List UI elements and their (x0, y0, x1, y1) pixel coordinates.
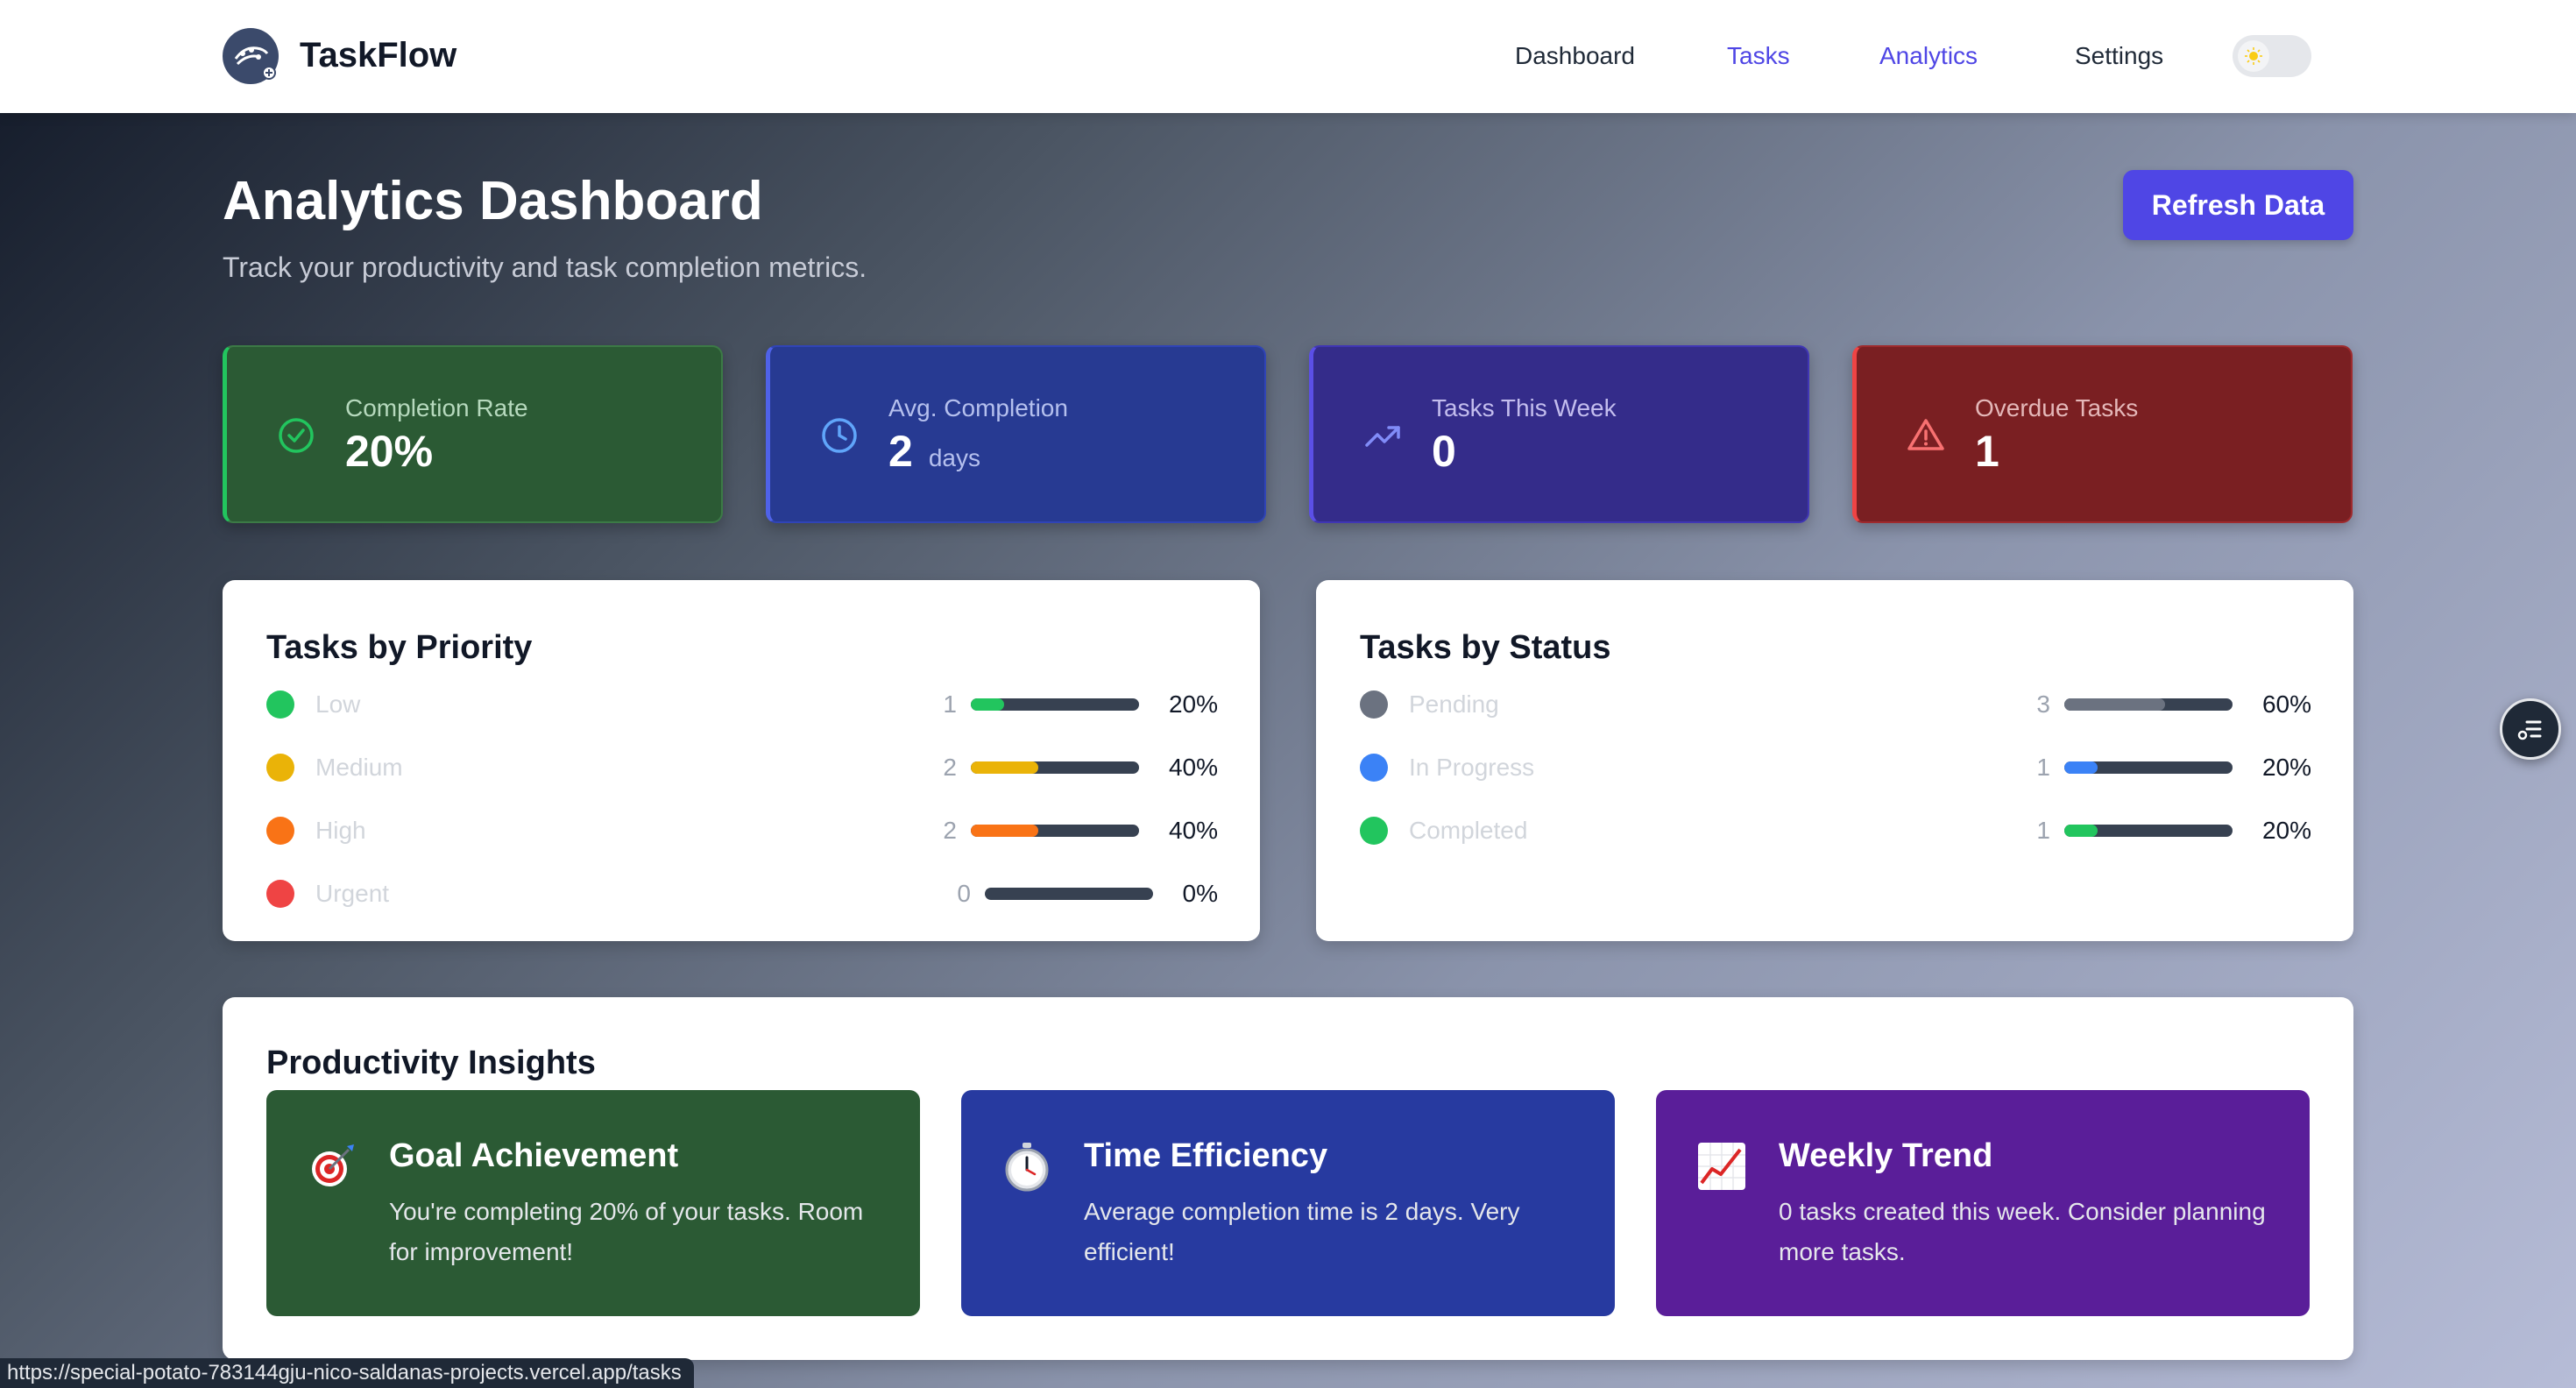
priority-progress-fill (971, 698, 1005, 711)
status-row: Pending 3 60% (1360, 683, 2311, 726)
check-circle-icon (279, 418, 314, 453)
priority-row: High 2 40% (266, 810, 1218, 852)
insight-title: Weekly Trend (1779, 1137, 1993, 1174)
tasks-by-status-panel: Tasks by Status Pending 3 60% In Progress 1 2… (1316, 580, 2353, 941)
brand-name[interactable]: TaskFlow (300, 33, 456, 77)
insight-text: You're completing 20% of your tasks. Roo… (389, 1198, 864, 1265)
status-percent: 20% (2261, 754, 2311, 781)
status-row: In Progress 1 20% (1360, 747, 2311, 789)
nav-settings[interactable]: Settings (2075, 39, 2163, 74)
chart-trend-icon (1698, 1143, 1745, 1190)
warning-triangle-icon (1907, 419, 1944, 450)
priority-progress-track (971, 825, 1139, 837)
status-dot (1360, 690, 1388, 719)
insight-title: Time Efficiency (1084, 1137, 1328, 1174)
status-dot (1360, 754, 1388, 782)
status-row: Completed 1 20% (1360, 810, 2311, 852)
sun-icon (2245, 47, 2262, 65)
priority-percent: 20% (1168, 690, 1218, 718)
page-subtitle: Track your productivity and task complet… (223, 251, 867, 283)
priority-row: Medium 2 40% (266, 747, 1218, 789)
priority-count: 0 (957, 880, 971, 907)
stat-value: 0 (1432, 427, 1456, 476)
status-count: 1 (2036, 754, 2050, 781)
stat-card-completion-rate: Completion Rate 20% (223, 345, 723, 523)
stat-label: Overdue Tasks (1975, 394, 2139, 421)
priority-percent: 40% (1168, 754, 1218, 781)
insight-time-efficiency: Time Efficiency Average completion time … (961, 1090, 1615, 1316)
priority-progress-fill (971, 825, 1038, 837)
priority-label: Urgent (315, 880, 390, 907)
stat-label: Tasks This Week (1432, 394, 1617, 421)
priority-progress-track (985, 888, 1153, 900)
priority-percent: 0% (1182, 880, 1218, 907)
nav-analytics[interactable]: Analytics (1879, 39, 1978, 74)
priority-progress-track (971, 698, 1139, 711)
priority-dot (266, 880, 294, 908)
status-count: 3 (2036, 690, 2050, 718)
status-percent: 20% (2261, 817, 2311, 844)
insight-weekly-trend: Weekly Trend 0 tasks created this week. … (1656, 1090, 2310, 1316)
status-progress-track (2064, 698, 2233, 711)
status-progress-track (2064, 825, 2233, 837)
clock-icon (822, 418, 857, 453)
priority-label: Medium (315, 754, 403, 781)
insights-title: Productivity Insights (266, 1045, 596, 1081)
status-count: 1 (2036, 817, 2050, 844)
stopwatch-icon (1005, 1143, 1049, 1192)
nav-dashboard[interactable]: Dashboard (1515, 39, 1635, 74)
floating-action-button[interactable] (2500, 698, 2561, 760)
status-label: Completed (1409, 817, 1528, 844)
productivity-insights-panel: Productivity Insights Goal Achievement Y… (223, 997, 2353, 1360)
stat-value: 2 days (888, 427, 980, 476)
status-progress-fill (2064, 825, 2098, 837)
trending-up-icon (1365, 426, 1400, 447)
priority-label: Low (315, 690, 361, 718)
stat-label: Avg. Completion (888, 394, 1068, 421)
priority-dot (266, 754, 294, 782)
priority-count: 1 (943, 690, 957, 718)
nav-tasks[interactable]: Tasks (1727, 39, 1790, 74)
insight-text: 0 tasks created this week. Consider plan… (1779, 1198, 2266, 1265)
insight-title: Goal Achievement (389, 1137, 679, 1174)
refresh-data-button[interactable]: Refresh Data (2123, 170, 2353, 240)
status-progress-track (2064, 761, 2233, 774)
status-percent: 60% (2261, 690, 2311, 718)
menu-list-icon (2517, 720, 2542, 740)
stat-unit: days (928, 444, 980, 471)
page-title: Analytics Dashboard (223, 171, 763, 231)
priority-progress-track (971, 761, 1139, 774)
navbar: TaskFlow Dashboard Tasks Analytics Setti… (0, 0, 2576, 113)
priority-row: Urgent 0 0% (266, 873, 1218, 915)
priority-count: 2 (943, 754, 957, 781)
stat-label: Completion Rate (345, 394, 528, 421)
priority-count: 2 (943, 817, 957, 844)
priority-dot (266, 690, 294, 719)
stat-card-avg-completion: Avg. Completion 2 days (766, 345, 1266, 523)
priority-dot (266, 817, 294, 845)
insight-goal-achievement: Goal Achievement You're completing 20% o… (266, 1090, 920, 1316)
stat-value: 1 (1975, 427, 1999, 476)
priority-percent: 40% (1168, 817, 1218, 844)
priority-progress-fill (971, 761, 1038, 774)
tasks-by-priority-panel: Tasks by Priority Low 1 20% Medium 2 40% High 2… (223, 580, 1260, 941)
status-progress-fill (2064, 698, 2166, 711)
status-label: Pending (1409, 690, 1499, 718)
taskflow-logo-icon[interactable] (222, 27, 280, 85)
theme-toggle[interactable] (2233, 35, 2311, 77)
status-label: In Progress (1409, 754, 1535, 781)
status-bar-url: https://special-potato-783144gju-nico-sa… (0, 1358, 694, 1388)
panel-title: Tasks by Priority (266, 629, 533, 666)
target-icon (312, 1144, 354, 1186)
toggle-knob (2238, 40, 2269, 72)
priority-row: Low 1 20% (266, 683, 1218, 726)
insight-text: Average completion time is 2 days. Very … (1084, 1198, 1520, 1265)
priority-label: High (315, 817, 366, 844)
panel-title: Tasks by Status (1360, 629, 1611, 666)
stat-value: 20% (345, 427, 434, 476)
stat-card-tasks-this-week: Tasks This Week 0 (1309, 345, 1809, 523)
status-progress-fill (2064, 761, 2098, 774)
status-dot (1360, 817, 1388, 845)
stat-card-overdue-tasks: Overdue Tasks 1 (1852, 345, 2353, 523)
